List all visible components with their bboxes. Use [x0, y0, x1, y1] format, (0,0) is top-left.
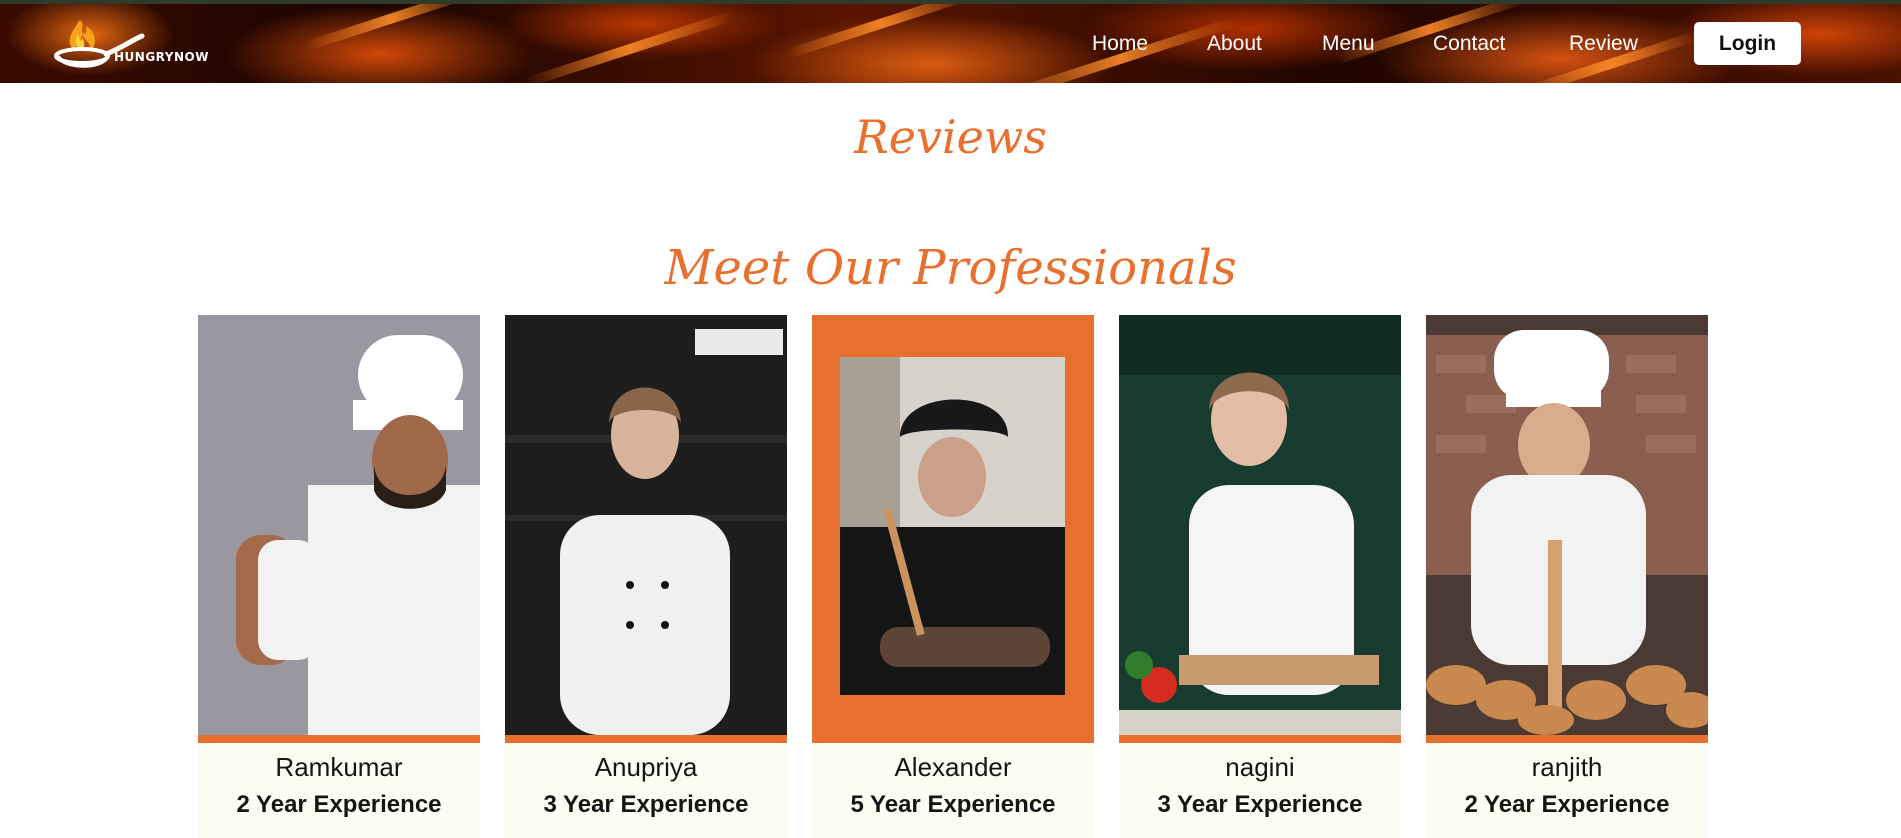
- chef-card[interactable]: ranjith 2 Year Experience: [1426, 315, 1708, 838]
- card-accent-bar: [1119, 735, 1401, 743]
- nav-menu[interactable]: Menu: [1322, 32, 1375, 56]
- chef-info: Alexander 5 Year Experience: [812, 743, 1094, 838]
- chef-name: nagini: [1225, 752, 1295, 782]
- chef-experience: 2 Year Experience: [236, 791, 442, 818]
- chef-card[interactable]: Ramkumar 2 Year Experience: [198, 315, 480, 838]
- chef-name: Ramkumar: [275, 752, 403, 782]
- chef-photo: [812, 315, 1094, 735]
- logo[interactable]: [52, 12, 232, 78]
- chef-experience: 5 Year Experience: [850, 791, 1056, 818]
- chef-photo: [198, 315, 480, 735]
- chef-experience: 3 Year Experience: [1157, 791, 1363, 818]
- chef-info: ranjith 2 Year Experience: [1426, 743, 1708, 838]
- chef-name: Alexander: [894, 752, 1012, 782]
- brand-name: HUNGRYNOW: [114, 50, 209, 64]
- nav-review[interactable]: Review: [1569, 32, 1638, 56]
- navbar: HUNGRYNOW Home About Menu Contact Review…: [0, 4, 1901, 83]
- chef-card[interactable]: Anupriya 3 Year Experience: [505, 315, 787, 838]
- chef-name: Anupriya: [594, 752, 698, 782]
- reviews-heading: Reviews: [854, 110, 1047, 164]
- chef-card-featured[interactable]: Alexander 5 Year Experience: [812, 315, 1094, 838]
- chef-photo: [1119, 315, 1401, 735]
- flame-pan-icon: [54, 20, 145, 68]
- professionals-heading: Meet Our Professionals: [664, 240, 1237, 296]
- chef-info: nagini 3 Year Experience: [1119, 743, 1401, 838]
- chef-info: Anupriya 3 Year Experience: [505, 743, 787, 838]
- chef-experience: 3 Year Experience: [543, 791, 749, 818]
- card-accent-bar: [505, 735, 787, 743]
- card-accent-bar: [198, 735, 480, 743]
- chef-card[interactable]: nagini 3 Year Experience: [1119, 315, 1401, 838]
- chef-info: Ramkumar 2 Year Experience: [198, 743, 480, 838]
- login-button[interactable]: Login: [1694, 22, 1801, 65]
- chef-experience: 2 Year Experience: [1464, 791, 1670, 818]
- nav-contact[interactable]: Contact: [1433, 32, 1505, 56]
- card-accent-bar: [1426, 735, 1708, 743]
- chef-photo: [1426, 315, 1708, 735]
- card-accent-bar: [812, 735, 1094, 743]
- nav-about[interactable]: About: [1207, 32, 1262, 56]
- chef-name: ranjith: [1531, 752, 1603, 782]
- nav-home[interactable]: Home: [1092, 32, 1148, 56]
- chef-photo: [505, 315, 787, 735]
